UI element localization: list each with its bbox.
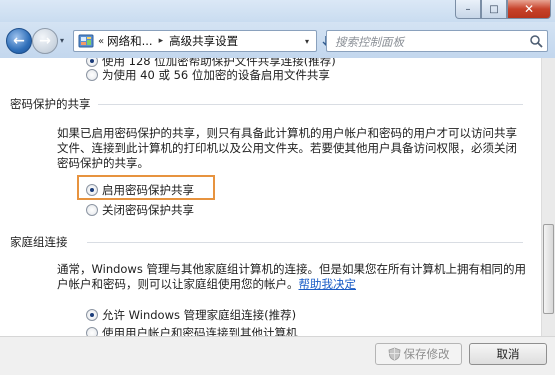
address-bar[interactable]: « 网络和... ▸ 高级共享设置 ▾ [73, 30, 317, 52]
radio-disable-password-sharing[interactable] [86, 204, 98, 216]
allow-windows-manage-label: 允许 Windows 管理家庭组连接(推荐) [102, 308, 297, 322]
homegroup-section-divider [87, 242, 523, 243]
disable-password-sharing-label: 关闭密码保护共享 [102, 203, 194, 217]
radio-enable-password-sharing[interactable] [86, 184, 98, 196]
caption-buttons: – □ ✕ [455, 0, 551, 20]
password-section-divider [98, 104, 523, 105]
radio-128bit[interactable] [86, 58, 98, 67]
maximize-button[interactable]: □ [481, 0, 507, 19]
address-dropdown-icon[interactable]: ▾ [298, 31, 316, 51]
address-overflow-chevron[interactable]: « [98, 36, 104, 47]
control-panel-icon [78, 34, 94, 48]
enable-password-sharing-label: 启用密码保护共享 [102, 183, 194, 197]
help-me-decide-link[interactable]: 帮助我决定 [299, 277, 357, 291]
arrow-right-icon: → [39, 33, 51, 49]
content-pane: 使用 128 位加密帮助保护文件共享连接(推荐) 为使用 40 或 56 位加密… [0, 58, 541, 336]
homegroup-description-text: 通常，Windows 管理与其他家庭组计算机的连接。但是如果您在所有计算机上拥有… [57, 262, 526, 291]
arrow-left-icon: ← [13, 33, 25, 49]
breadcrumb-network[interactable]: 网络和... [107, 33, 152, 49]
dialog-footer: 保存修改 取消 [0, 336, 555, 375]
navigation-bar: ← → ▾ « 网络和... ▸ 高级共享设置 ▾ 搜索控制面板 [0, 22, 555, 58]
back-button[interactable]: ← [6, 28, 32, 54]
vertical-scrollbar[interactable] [541, 58, 555, 336]
control-panel-window: – □ ✕ ← → ▾ « 网络和... ▸ 高级共享设置 ▾ 搜索控制面板 使… [0, 0, 555, 375]
option-disable-password-sharing[interactable]: 关闭密码保护共享 [86, 202, 194, 218]
close-button[interactable]: ✕ [507, 0, 551, 19]
password-section-description: 如果已启用密码保护的共享，则只有具备此计算机的用户帐户和密码的用户才可以访问共享… [57, 126, 517, 170]
breadcrumb-advanced-sharing[interactable]: 高级共享设置 [169, 33, 238, 49]
use-user-accounts-label: 使用用户帐户和密码连接到其他计算机 [102, 326, 298, 336]
uac-shield-icon [388, 347, 400, 361]
save-changes-button[interactable]: 保存修改 [375, 343, 462, 365]
save-changes-label: 保存修改 [403, 347, 450, 361]
option-enable-password-sharing[interactable]: 启用密码保护共享 [86, 182, 194, 198]
forward-button[interactable]: → [32, 28, 58, 54]
minimize-button[interactable]: – [455, 0, 481, 19]
search-box[interactable]: 搜索控制面板 [326, 30, 548, 52]
cancel-button[interactable]: 取消 [469, 343, 547, 365]
search-input[interactable]: 搜索控制面板 [335, 34, 404, 50]
recent-pages-dropdown[interactable]: ▾ [60, 36, 64, 45]
option-use-user-accounts[interactable]: 使用用户帐户和密码连接到其他计算机 [86, 325, 298, 336]
radio-allow-windows-manage[interactable] [86, 309, 98, 321]
option-40-56bit-label: 为使用 40 或 56 位加密的设备启用文件共享 [102, 68, 330, 82]
search-icon[interactable] [529, 34, 543, 48]
password-section-title: 密码保护的共享 [10, 97, 91, 111]
radio-40-56bit[interactable] [86, 69, 98, 81]
homegroup-section-title: 家庭组连接 [10, 235, 68, 249]
option-40-56bit-encryption[interactable]: 为使用 40 或 56 位加密的设备启用文件共享 [86, 67, 330, 83]
title-bar: – □ ✕ [0, 0, 555, 22]
breadcrumb-separator-icon[interactable]: ▸ [159, 36, 164, 46]
radio-use-user-accounts[interactable] [86, 327, 98, 336]
homegroup-section-description: 通常，Windows 管理与其他家庭组计算机的连接。但是如果您在所有计算机上拥有… [57, 262, 527, 292]
option-allow-windows-manage-homegroup[interactable]: 允许 Windows 管理家庭组连接(推荐) [86, 307, 296, 323]
scrollbar-thumb[interactable] [543, 224, 554, 314]
